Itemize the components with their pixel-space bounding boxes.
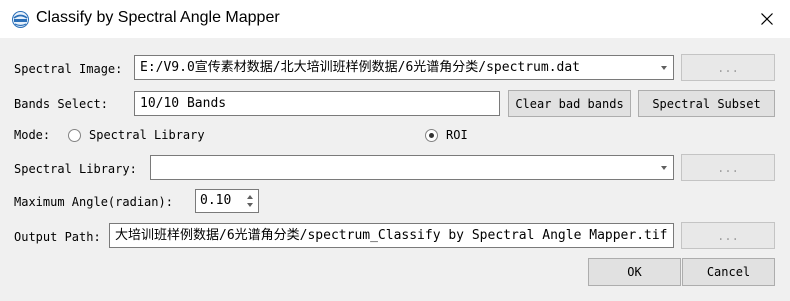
output-path-field[interactable]: 大培训班样例数据/6光谱角分类/spectrum_Classify by Spe… bbox=[109, 223, 674, 248]
ok-button[interactable]: OK bbox=[588, 258, 681, 286]
spectral-image-combobox[interactable]: E:/V9.0宣传素材数据/北大培训班样例数据/6光谱角分类/spectrum.… bbox=[134, 55, 674, 80]
maximum-angle-label: Maximum Angle(radian): bbox=[14, 195, 173, 209]
bands-select-label: Bands Select: bbox=[14, 97, 108, 111]
spectral-image-label: Spectral Image: bbox=[14, 62, 123, 76]
spectral-library-radio[interactable] bbox=[68, 129, 81, 142]
clear-bad-bands-button[interactable]: Clear bad bands bbox=[508, 90, 631, 117]
bands-select-value: 10/10 Bands bbox=[140, 96, 227, 111]
chevron-up-icon[interactable] bbox=[247, 195, 253, 199]
chevron-down-icon[interactable] bbox=[247, 203, 253, 207]
maximum-angle-value: 0.10 bbox=[200, 193, 232, 208]
roi-radio[interactable] bbox=[425, 129, 438, 142]
maximum-angle-spinbox[interactable]: 0.10 bbox=[195, 189, 259, 213]
spectral-library-radio-label: Spectral Library bbox=[89, 128, 205, 142]
mode-label: Mode: bbox=[14, 128, 51, 142]
output-path-value: 大培训班样例数据/6光谱角分类/spectrum_Classify by Spe… bbox=[115, 228, 668, 243]
chevron-down-icon bbox=[661, 166, 667, 170]
chevron-down-icon bbox=[661, 66, 667, 70]
close-icon bbox=[761, 13, 773, 25]
close-button[interactable] bbox=[744, 0, 790, 38]
window-title: Classify by Spectral Angle Mapper bbox=[36, 9, 280, 26]
app-logo-icon bbox=[12, 11, 29, 28]
spectral-library-combobox[interactable] bbox=[150, 155, 674, 180]
title-bar: Classify by Spectral Angle Mapper bbox=[0, 0, 790, 38]
bands-select-field[interactable]: 10/10 Bands bbox=[134, 91, 500, 116]
spectral-image-browse-button[interactable]: ... bbox=[681, 54, 775, 81]
spectral-image-value: E:/V9.0宣传素材数据/北大培训班样例数据/6光谱角分类/spectrum.… bbox=[140, 60, 581, 75]
spectral-library-label: Spectral Library: bbox=[14, 162, 137, 176]
spectral-subset-button[interactable]: Spectral Subset bbox=[638, 90, 775, 117]
cancel-button[interactable]: Cancel bbox=[682, 258, 775, 286]
spectral-library-browse-button[interactable]: ... bbox=[681, 154, 775, 181]
output-path-browse-button[interactable]: ... bbox=[681, 222, 775, 249]
output-path-label: Output Path: bbox=[14, 230, 101, 244]
roi-radio-label: ROI bbox=[446, 128, 468, 142]
spin-arrows[interactable] bbox=[244, 192, 256, 210]
